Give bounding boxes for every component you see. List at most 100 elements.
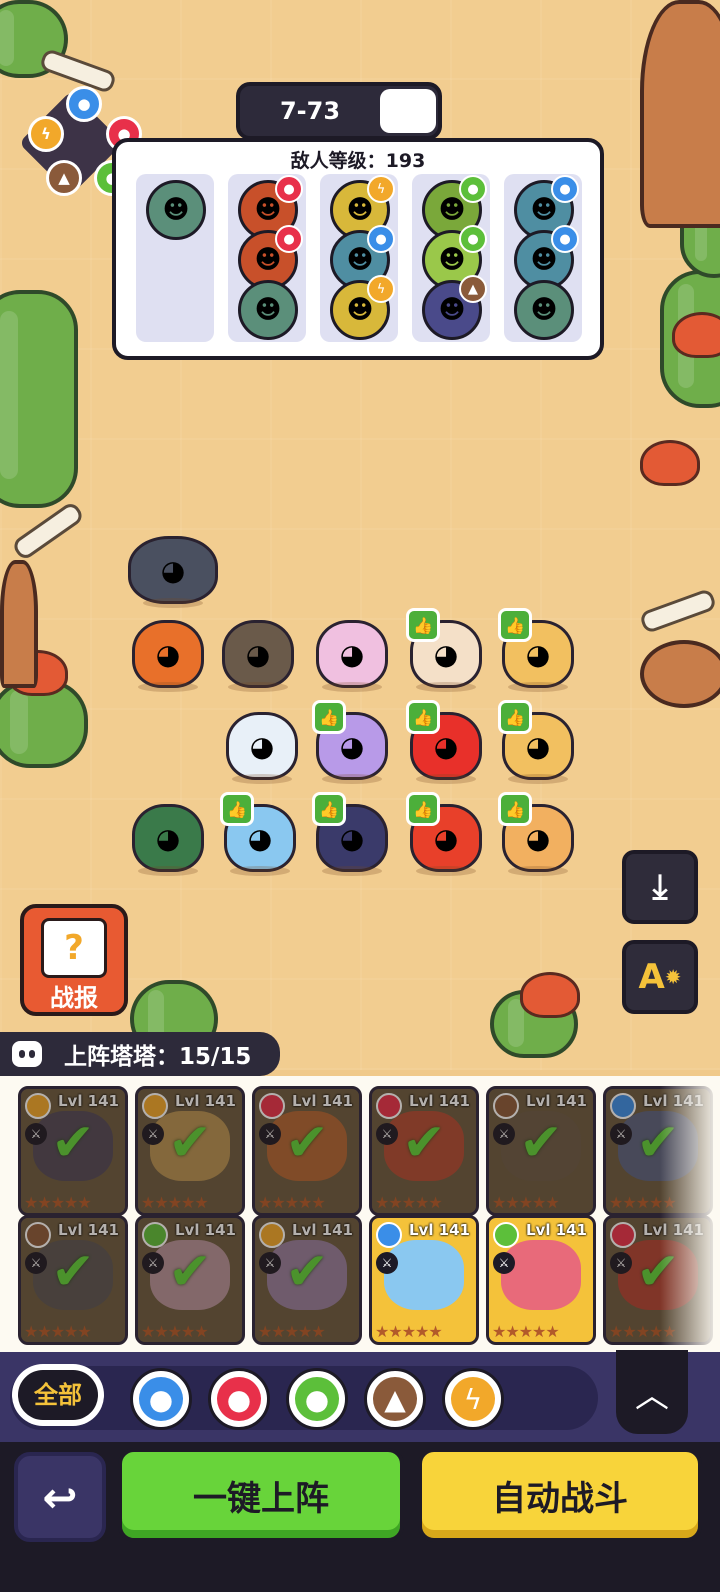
water-icon: ● (367, 225, 395, 253)
question-mark-icon: ? (41, 918, 107, 978)
cat-icon (12, 1041, 42, 1067)
thumbs-up-icon: 👍 (498, 700, 532, 734)
roster-card[interactable]: ⚔ Lvl 141 ✔ ★★★★★ (18, 1086, 128, 1216)
filter-fire-button[interactable]: ● (208, 1368, 270, 1430)
back-button[interactable]: ↩ (14, 1452, 106, 1542)
filter-lightning-button[interactable]: ϟ (442, 1368, 504, 1430)
roster-card[interactable]: ⚔ Lvl 141 ✔ ★★★★★ (603, 1086, 713, 1216)
filter-nature-button[interactable]: ● (286, 1368, 348, 1430)
checkmark-icon: ✔ (519, 1113, 563, 1173)
action-bar: ↩ 一键上阵 自动战斗 (0, 1442, 720, 1592)
roster-card[interactable]: ⚔ Lvl 141 ✔ ★★★★★ (603, 1215, 713, 1345)
nature-icon (142, 1222, 168, 1248)
nature-icon: ● (459, 225, 487, 253)
player-unit[interactable]: ◕ 👍 (220, 792, 300, 876)
fire-icon (376, 1093, 402, 1119)
roster-card[interactable]: ⚔ Lvl 141 ★★★★★ (369, 1215, 479, 1345)
role-icon: ⚔ (142, 1123, 164, 1145)
card-level: Lvl 141 (291, 1221, 353, 1239)
enemy-portrait[interactable]: ☻ ϟ (330, 275, 395, 340)
star-rating-icon: ★★★★★ (258, 1193, 326, 1212)
nature-icon: ● (459, 175, 487, 203)
earth-icon (25, 1222, 51, 1248)
thumbs-up-icon: 👍 (312, 792, 346, 826)
lightning-icon: ϟ (28, 116, 64, 152)
roster-card[interactable]: ⚔ Lvl 141 ✔ ★★★★★ (135, 1215, 245, 1345)
card-level: Lvl 141 (291, 1092, 353, 1110)
auto-battle-button[interactable]: 自动战斗 (418, 1448, 702, 1542)
player-unit[interactable]: ◕ (218, 608, 298, 692)
water-icon (610, 1093, 636, 1119)
one-click-deploy-button[interactable]: 一键上阵 (118, 1448, 404, 1542)
filter-water-button[interactable]: ● (130, 1368, 192, 1430)
role-icon: ⚔ (493, 1123, 515, 1145)
player-unit[interactable]: ◕ 👍 (498, 608, 578, 692)
enemy-column: ☻ ϟ ☻ ● ☻ ϟ (320, 174, 398, 342)
roster-card[interactable]: ⚔ Lvl 141 ✔ ★★★★★ (18, 1215, 128, 1345)
player-unit[interactable]: ◕ 👍 (312, 700, 392, 784)
role-icon: ⚔ (610, 1123, 632, 1145)
player-unit[interactable]: ◕ (312, 608, 392, 692)
enemy-portrait[interactable]: ☻ (146, 180, 206, 240)
water-icon: ● (139, 1377, 183, 1421)
filter-all-button[interactable]: 全部 (12, 1364, 104, 1426)
boss-face-icon[interactable]: ☻ (380, 89, 436, 133)
fire-icon (610, 1222, 636, 1248)
fire-icon (259, 1093, 285, 1119)
thumbs-up-icon: 👍 (406, 700, 440, 734)
enemy-level: 敌人等级：193 (290, 150, 426, 172)
filter-earth-button[interactable]: ▲ (364, 1368, 426, 1430)
lightning-icon: ϟ (367, 275, 395, 303)
roster-card[interactable]: ⚔ Lvl 141 ✔ ★★★★★ (252, 1086, 362, 1216)
enemy-portrait[interactable]: ☻ (514, 280, 574, 340)
roster-card[interactable]: ⚔ Lvl 141 ✔ ★★★★★ (135, 1086, 245, 1216)
thumbs-up-icon: 👍 (220, 792, 254, 826)
return-arrow-icon: ↩ (42, 1472, 78, 1522)
player-unit[interactable]: ◕ (128, 792, 208, 876)
dinosaur-unit-icon: ◕ (128, 536, 218, 604)
star-rating-icon: ★★★★★ (609, 1322, 677, 1341)
card-level: Lvl 141 (642, 1092, 704, 1110)
unit-portrait (501, 1240, 581, 1310)
player-unit[interactable]: ◕ 👍 (406, 608, 486, 692)
lightning-icon (259, 1222, 285, 1248)
roster-card[interactable]: ⚔ Lvl 141 ✔ ★★★★★ (369, 1086, 479, 1216)
auto-settings-button[interactable]: A ✹ (622, 940, 698, 1014)
battle-report-label: 战报 (50, 984, 98, 1012)
player-unit[interactable]: ◕ 👍 (498, 700, 578, 784)
checkmark-icon: ✔ (402, 1113, 446, 1173)
download-button[interactable]: ⤓ (622, 850, 698, 924)
raccoon-unit-icon: ◕ (222, 620, 294, 688)
water-icon: ● (551, 225, 579, 253)
element-filter-bar: 全部 ● ● ● ▲ ϟ ︿ (0, 1350, 720, 1442)
unit-portrait (267, 1111, 347, 1181)
player-unit[interactable]: ◕ (128, 524, 218, 608)
player-unit[interactable]: ◕ (222, 700, 302, 784)
roster-card[interactable]: ⚔ Lvl 141 ★★★★★ (486, 1215, 596, 1345)
enemy-portrait[interactable]: ☻ (238, 280, 298, 340)
earth-icon: ▲ (373, 1377, 417, 1421)
card-level: Lvl 141 (174, 1221, 236, 1239)
roster-card[interactable]: ⚔ Lvl 141 ✔ ★★★★★ (486, 1086, 596, 1216)
player-unit[interactable]: ◕ 👍 (498, 792, 578, 876)
checkmark-icon: ✔ (285, 1113, 329, 1173)
card-level: Lvl 141 (525, 1092, 587, 1110)
star-rating-icon: ★★★★★ (24, 1193, 92, 1212)
water-icon: ● (66, 86, 102, 122)
lightning-icon: ϟ (451, 1377, 495, 1421)
role-icon: ⚔ (376, 1252, 398, 1274)
player-unit[interactable]: ◕ 👍 (406, 792, 486, 876)
fire-icon: ● (275, 175, 303, 203)
roster-card[interactable]: ⚔ Lvl 141 ✔ ★★★★★ (252, 1215, 362, 1345)
player-unit[interactable]: ◕ (128, 608, 208, 692)
star-rating-icon: ★★★★★ (609, 1193, 677, 1212)
player-unit[interactable]: ◕ 👍 (312, 792, 392, 876)
player-unit[interactable]: ◕ 👍 (406, 700, 486, 784)
unit-portrait (267, 1240, 347, 1310)
checkmark-icon: ✔ (51, 1242, 95, 1302)
expand-roster-button[interactable]: ︿ (616, 1350, 688, 1434)
unit-portrait (33, 1240, 113, 1310)
battle-report-button[interactable]: ? 战报 (20, 904, 128, 1016)
role-icon: ⚔ (493, 1252, 515, 1274)
enemy-portrait[interactable]: ☻ ▲ (422, 275, 487, 340)
